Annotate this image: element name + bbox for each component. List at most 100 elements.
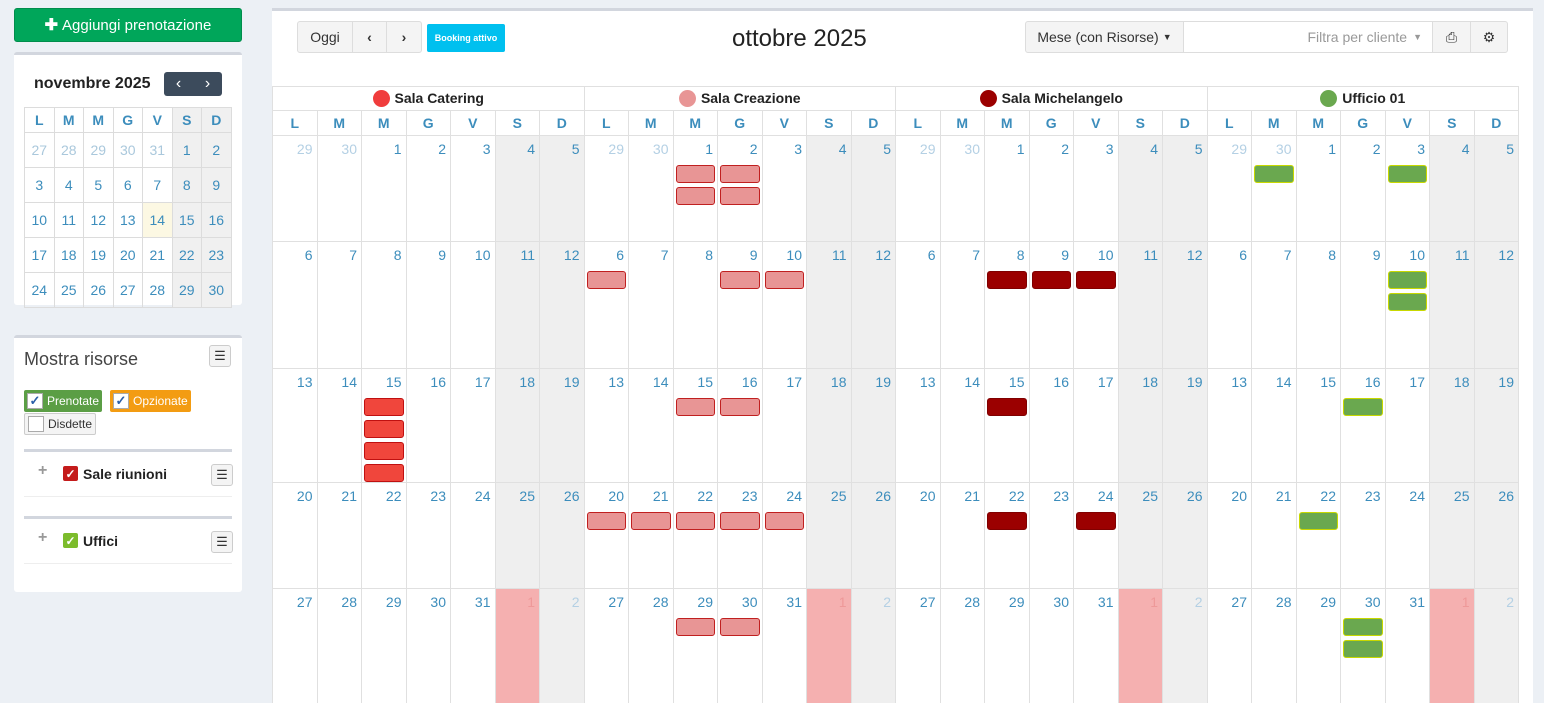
day-cell[interactable]: 1 [494, 588, 540, 703]
booking-event[interactable] [987, 271, 1027, 289]
filter-disdette[interactable]: Disdette [24, 413, 97, 435]
day-cell[interactable]: 17 [761, 368, 807, 483]
resources-menu-button[interactable]: ☰ [209, 345, 231, 367]
day-cell[interactable]: 8 [672, 241, 718, 369]
day-cell[interactable]: 23 [405, 482, 451, 589]
mini-day-cell[interactable]: 19 [83, 237, 114, 273]
day-cell[interactable]: 22 [984, 482, 1030, 589]
day-cell[interactable]: 2 [717, 135, 763, 242]
booking-event[interactable] [987, 398, 1027, 416]
mini-day-cell[interactable]: 6 [112, 167, 143, 203]
filter-opzionate[interactable]: ✓ Opzionate [110, 390, 191, 412]
day-cell[interactable]: 10 [450, 241, 496, 369]
mini-day-cell[interactable]: 18 [53, 237, 84, 273]
day-cell[interactable]: 29 [1206, 135, 1252, 242]
mini-day-cell[interactable]: 22 [171, 237, 202, 273]
day-cell[interactable]: 10 [1073, 241, 1119, 369]
day-cell[interactable]: 19 [539, 368, 585, 483]
mini-day-cell[interactable]: 3 [24, 167, 55, 203]
day-cell[interactable]: 29 [1295, 588, 1341, 703]
day-cell[interactable]: 18 [1117, 368, 1163, 483]
day-cell[interactable]: 8 [361, 241, 407, 369]
day-cell[interactable]: 3 [761, 135, 807, 242]
day-cell[interactable]: 27 [272, 588, 318, 703]
booking-event[interactable] [1387, 271, 1427, 289]
day-cell[interactable]: 9 [717, 241, 763, 369]
booking-event[interactable] [1031, 271, 1071, 289]
day-cell[interactable]: 21 [1251, 482, 1297, 589]
day-cell[interactable]: 14 [939, 368, 985, 483]
day-cell[interactable]: 30 [717, 588, 763, 703]
day-cell[interactable]: 30 [1251, 135, 1297, 242]
day-cell[interactable]: 20 [583, 482, 629, 589]
booking-event[interactable] [720, 165, 760, 183]
today-button[interactable]: Oggi [297, 21, 353, 53]
mini-next-month-button[interactable]: › [193, 72, 222, 96]
day-cell[interactable]: 15 [672, 368, 718, 483]
booking-event[interactable] [720, 512, 760, 530]
day-cell[interactable]: 25 [494, 482, 540, 589]
booking-event[interactable] [1387, 165, 1427, 183]
day-cell[interactable]: 18 [494, 368, 540, 483]
booking-event[interactable] [720, 271, 760, 289]
mini-day-cell[interactable]: 27 [112, 272, 143, 308]
day-cell[interactable]: 3 [1384, 135, 1430, 242]
mini-day-cell[interactable]: 24 [24, 272, 55, 308]
next-month-button[interactable]: › [386, 21, 422, 53]
booking-event[interactable] [764, 512, 804, 530]
add-booking-button[interactable]: ✚ Aggiungi prenotazione [14, 8, 242, 42]
day-cell[interactable]: 5 [539, 135, 585, 242]
day-cell[interactable]: 15 [984, 368, 1030, 483]
expand-icon[interactable]: + [38, 462, 47, 480]
day-cell[interactable]: 30 [316, 135, 362, 242]
day-cell[interactable]: 19 [1162, 368, 1208, 483]
day-cell[interactable]: 28 [316, 588, 362, 703]
day-cell[interactable]: 4 [1117, 135, 1163, 242]
mini-day-cell[interactable]: 28 [142, 272, 173, 308]
day-cell[interactable]: 21 [316, 482, 362, 589]
day-cell[interactable]: 5 [850, 135, 896, 242]
booking-event[interactable] [987, 512, 1027, 530]
booking-event[interactable] [720, 187, 760, 205]
day-cell[interactable]: 8 [984, 241, 1030, 369]
day-cell[interactable]: 7 [316, 241, 362, 369]
booking-event[interactable] [764, 271, 804, 289]
mini-day-cell[interactable]: 28 [53, 132, 84, 168]
day-cell[interactable]: 13 [1206, 368, 1252, 483]
day-cell[interactable]: 27 [583, 588, 629, 703]
day-cell[interactable]: 3 [450, 135, 496, 242]
day-cell[interactable]: 15 [1295, 368, 1341, 483]
day-cell[interactable]: 29 [672, 588, 718, 703]
day-cell[interactable]: 1 [1117, 588, 1163, 703]
mini-day-cell[interactable]: 30 [201, 272, 232, 308]
day-cell[interactable]: 23 [717, 482, 763, 589]
booking-event[interactable] [1343, 618, 1383, 636]
client-filter-input[interactable]: Filtra per cliente ▼ [1183, 21, 1433, 53]
day-cell[interactable]: 10 [761, 241, 807, 369]
booking-event[interactable] [675, 165, 715, 183]
day-cell[interactable]: 12 [1162, 241, 1208, 369]
day-cell[interactable]: 20 [1206, 482, 1252, 589]
group-menu-button-sale-riunioni[interactable]: ☰ [211, 464, 233, 486]
mini-day-cell[interactable]: 17 [24, 237, 55, 273]
day-cell[interactable]: 12 [1473, 241, 1519, 369]
booking-event[interactable] [586, 271, 626, 289]
booking-event[interactable] [1076, 271, 1116, 289]
booking-event[interactable] [675, 512, 715, 530]
booking-event[interactable] [586, 512, 626, 530]
day-cell[interactable]: 2 [1340, 135, 1386, 242]
day-cell[interactable]: 6 [272, 241, 318, 369]
day-cell[interactable]: 25 [806, 482, 852, 589]
day-cell[interactable]: 2 [539, 588, 585, 703]
day-cell[interactable]: 5 [1162, 135, 1208, 242]
group-checkbox-sale-riunioni[interactable]: ✓ [63, 466, 78, 481]
day-cell[interactable]: 29 [984, 588, 1030, 703]
day-cell[interactable]: 16 [717, 368, 763, 483]
day-cell[interactable]: 17 [1073, 368, 1119, 483]
day-cell[interactable]: 22 [361, 482, 407, 589]
mini-day-cell[interactable]: 20 [112, 237, 143, 273]
day-cell[interactable]: 1 [672, 135, 718, 242]
day-cell[interactable]: 25 [1429, 482, 1475, 589]
day-cell[interactable]: 31 [761, 588, 807, 703]
mini-day-cell[interactable]: 11 [53, 202, 84, 238]
